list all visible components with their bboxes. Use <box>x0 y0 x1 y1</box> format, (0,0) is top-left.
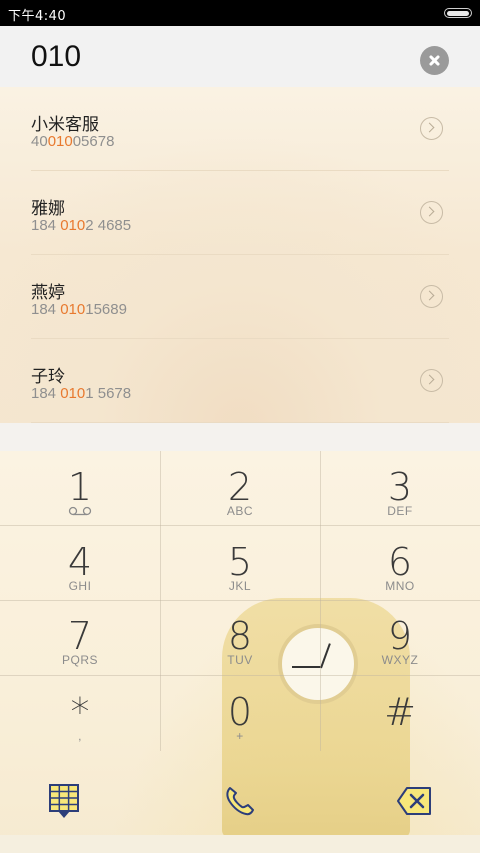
key-hash[interactable]: # <box>320 676 480 751</box>
key-9[interactable]: 9 WXYZ <box>320 600 480 675</box>
result-row[interactable]: 雅娜 184 0102 4685 <box>0 171 480 255</box>
clear-icon[interactable] <box>420 46 449 75</box>
contact-number: 4001005678 <box>31 133 115 150</box>
result-row[interactable]: 子玲 184 0101 5678 <box>0 339 480 423</box>
status-bar: 下午4:40 <box>0 0 480 26</box>
contact-name: 小米客服 <box>31 115 99 135</box>
key-6[interactable]: 6 MNO <box>320 526 480 601</box>
contact-name: 燕婷 <box>31 283 65 303</box>
action-bar <box>0 775 480 835</box>
chevron-right-icon[interactable] <box>420 369 443 392</box>
voicemail-icon <box>68 506 92 516</box>
chevron-right-icon[interactable] <box>420 285 443 308</box>
key-4[interactable]: 4 GHI <box>0 526 160 601</box>
contact-name: 子玲 <box>31 367 65 387</box>
search-bar: 010 <box>0 26 480 88</box>
result-row[interactable]: 燕婷 184 01015689 <box>0 255 480 339</box>
backspace-icon[interactable] <box>394 785 434 817</box>
separator <box>0 423 480 451</box>
key-7[interactable]: 7 PQRS <box>0 600 160 675</box>
contact-number: 184 0101 5678 <box>31 385 132 402</box>
key-1[interactable]: 1 <box>0 451 160 526</box>
contact-number: 184 0102 4685 <box>31 217 132 234</box>
key-0[interactable]: 0 + <box>160 676 320 751</box>
chevron-right-icon[interactable] <box>420 201 443 224</box>
contact-name: 雅娜 <box>31 199 65 219</box>
result-row[interactable]: 小米客服 4001005678 <box>0 87 480 171</box>
battery-icon <box>444 8 472 18</box>
chevron-right-icon[interactable] <box>420 117 443 140</box>
key-2[interactable]: 2 ABC <box>160 451 320 526</box>
key-3[interactable]: 3 DEF <box>320 451 480 526</box>
search-results: 小米客服 4001005678 雅娜 184 0102 4685 燕婷 184 … <box>0 87 480 423</box>
key-5[interactable]: 5 JKL <box>160 526 320 601</box>
key-8[interactable]: 8 TUV <box>160 600 320 675</box>
phone-icon[interactable] <box>222 783 258 819</box>
dial-input[interactable]: 010 <box>31 40 81 74</box>
contact-number: 184 01015689 <box>31 301 127 318</box>
key-star[interactable]: *, <box>0 676 160 751</box>
status-time: 下午4:40 <box>8 9 67 24</box>
dialpad-icon[interactable] <box>48 783 80 819</box>
